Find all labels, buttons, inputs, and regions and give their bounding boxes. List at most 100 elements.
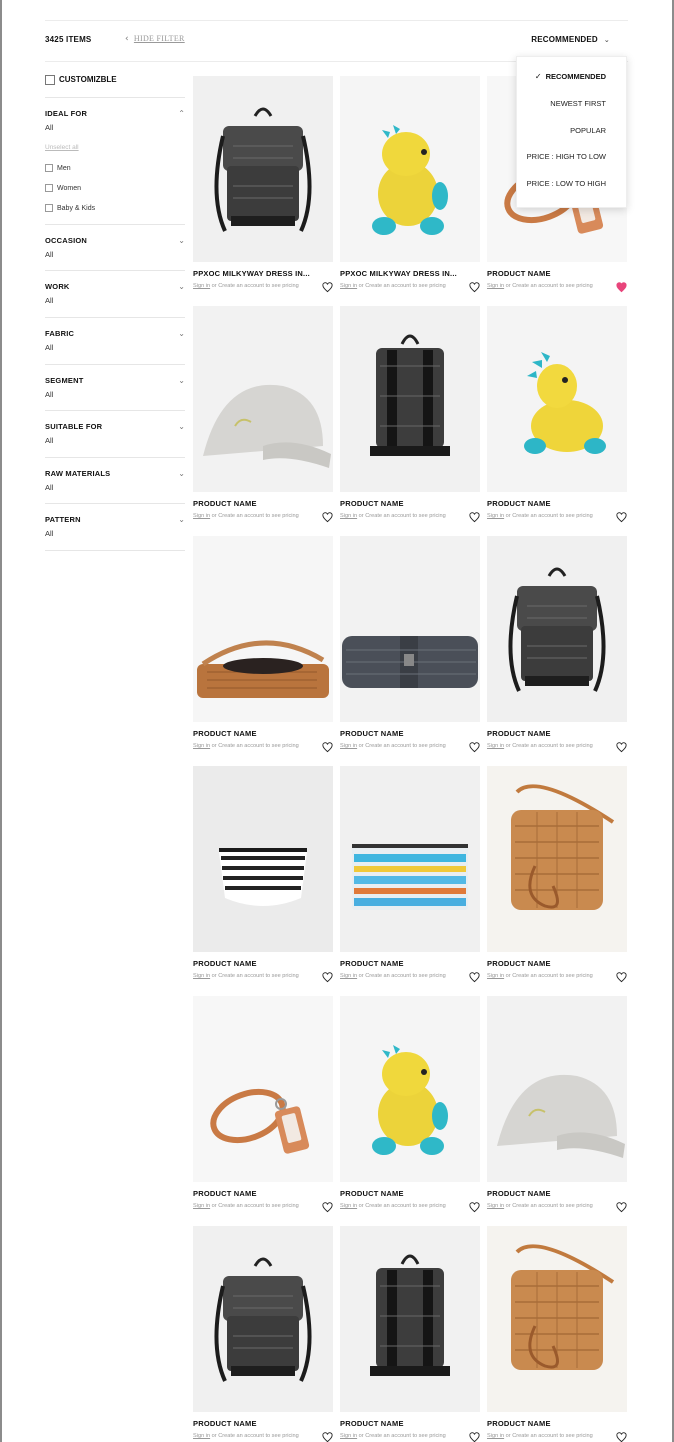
sign-in-link[interactable]: Sign in: [193, 513, 210, 519]
product-card[interactable]: PRODUCT NAME Sign in or Create an account…: [487, 306, 627, 530]
wishlist-heart-icon[interactable]: [616, 970, 627, 983]
wishlist-heart-icon[interactable]: [322, 970, 333, 983]
product-name[interactable]: PRODUCT NAME: [340, 499, 404, 508]
sign-in-link[interactable]: Sign in: [487, 1433, 504, 1439]
product-name[interactable]: PRODUCT NAME: [487, 499, 551, 508]
product-image[interactable]: [487, 536, 627, 722]
product-name[interactable]: PRODUCT NAME: [487, 729, 551, 738]
product-card[interactable]: PRODUCT NAME Sign in or Create an account…: [193, 996, 333, 1220]
wishlist-heart-icon[interactable]: [469, 280, 480, 293]
customizable-filter[interactable]: CUSTOMIZBLE: [45, 75, 117, 85]
product-card[interactable]: PRODUCT NAME Sign in or Create an account…: [193, 1226, 333, 1442]
product-card[interactable]: PRODUCT NAME Sign in or Create an account…: [487, 1226, 627, 1442]
product-card[interactable]: PRODUCT NAME Sign in or Create an account…: [193, 306, 333, 530]
customizable-checkbox[interactable]: [45, 75, 55, 85]
product-image[interactable]: [487, 766, 627, 952]
wishlist-heart-icon[interactable]: [469, 1200, 480, 1213]
chevron-down-icon[interactable]: ⌄: [178, 515, 185, 524]
wishlist-heart-icon[interactable]: [616, 1430, 627, 1442]
product-image[interactable]: [193, 76, 333, 262]
product-image[interactable]: [340, 536, 480, 722]
product-card[interactable]: PPXOC MILKYWAY DRESS IN... Sign in or Cre…: [340, 76, 480, 300]
option-checkbox[interactable]: [45, 164, 53, 172]
sort-option-recommended[interactable]: ✓ RECOMMENDED: [535, 72, 606, 81]
sort-option-price-high-low[interactable]: PRICE : HIGH TO LOW: [527, 152, 606, 161]
filter-ideal-for[interactable]: IDEAL FOR All ⌃: [45, 109, 185, 132]
product-name[interactable]: PRODUCT NAME: [193, 729, 257, 738]
sign-in-link[interactable]: Sign in: [340, 743, 357, 749]
sign-in-link[interactable]: Sign in: [487, 1203, 504, 1209]
chevron-down-icon[interactable]: ⌄: [178, 329, 185, 338]
filter-pattern[interactable]: PATTERN All ⌄: [45, 515, 185, 538]
sign-in-link[interactable]: Sign in: [193, 973, 210, 979]
product-card[interactable]: PRODUCT NAME Sign in or Create an account…: [340, 996, 480, 1220]
sign-in-link[interactable]: Sign in: [487, 743, 504, 749]
sign-in-link[interactable]: Sign in: [487, 513, 504, 519]
sign-in-link[interactable]: Sign in: [340, 283, 357, 289]
product-name[interactable]: PRODUCT NAME: [340, 959, 404, 968]
product-card[interactable]: PRODUCT NAME Sign in or Create an account…: [193, 536, 333, 760]
product-name[interactable]: PRODUCT NAME: [340, 1419, 404, 1428]
filter-raw-materials[interactable]: RAW MATERIALS All ⌄: [45, 469, 185, 492]
sort-option-price-low-high[interactable]: PRICE : LOW TO HIGH: [527, 179, 606, 188]
wishlist-heart-icon[interactable]: [616, 510, 627, 523]
product-name[interactable]: PRODUCT NAME: [340, 729, 404, 738]
filter-segment[interactable]: SEGMENT All ⌄: [45, 376, 185, 399]
product-image[interactable]: [487, 996, 627, 1182]
product-name[interactable]: PPXOC MILKYWAY DRESS IN...: [340, 269, 457, 278]
product-name[interactable]: PRODUCT NAME: [487, 269, 551, 278]
product-image[interactable]: [340, 1226, 480, 1412]
product-name[interactable]: PRODUCT NAME: [193, 1189, 257, 1198]
sort-dropdown[interactable]: RECOMMENDED ⌄: [531, 35, 610, 44]
wishlist-heart-icon[interactable]: [322, 1430, 333, 1442]
product-image[interactable]: [340, 76, 480, 262]
product-name[interactable]: PRODUCT NAME: [487, 959, 551, 968]
wishlist-heart-icon[interactable]: [322, 740, 333, 753]
product-image[interactable]: [193, 536, 333, 722]
chevron-down-icon[interactable]: ⌄: [178, 376, 185, 385]
product-card[interactable]: PRODUCT NAME Sign in or Create an account…: [340, 1226, 480, 1442]
product-image[interactable]: [193, 766, 333, 952]
chevron-down-icon[interactable]: ⌄: [178, 422, 185, 431]
chevron-down-icon[interactable]: ⌄: [178, 236, 185, 245]
product-card[interactable]: PRODUCT NAME Sign in or Create an account…: [487, 536, 627, 760]
chevron-down-icon[interactable]: ⌄: [178, 469, 185, 478]
sign-in-link[interactable]: Sign in: [193, 1433, 210, 1439]
chevron-up-icon[interactable]: ⌃: [178, 109, 185, 118]
product-image[interactable]: [193, 996, 333, 1182]
option-checkbox[interactable]: [45, 184, 53, 192]
sign-in-link[interactable]: Sign in: [340, 513, 357, 519]
product-image[interactable]: [487, 306, 627, 492]
product-name[interactable]: PRODUCT NAME: [193, 1419, 257, 1428]
sign-in-link[interactable]: Sign in: [193, 283, 210, 289]
filter-work[interactable]: WORK All ⌄: [45, 282, 185, 305]
product-image[interactable]: [340, 306, 480, 492]
wishlist-heart-icon[interactable]: [322, 280, 333, 293]
filter-option-men[interactable]: Men: [45, 164, 71, 172]
sign-in-link[interactable]: Sign in: [487, 283, 504, 289]
product-card[interactable]: PRODUCT NAME Sign in or Create an account…: [487, 766, 627, 990]
wishlist-heart-icon[interactable]: [322, 510, 333, 523]
wishlist-heart-icon[interactable]: [322, 1200, 333, 1213]
wishlist-heart-icon[interactable]: [469, 1430, 480, 1442]
product-name[interactable]: PRODUCT NAME: [487, 1189, 551, 1198]
sort-option-popular[interactable]: POPULAR: [570, 126, 606, 135]
product-card[interactable]: PRODUCT NAME Sign in or Create an account…: [340, 306, 480, 530]
chevron-down-icon[interactable]: ⌄: [178, 282, 185, 291]
unselect-all-link[interactable]: Unselect all: [45, 144, 79, 151]
sign-in-link[interactable]: Sign in: [487, 973, 504, 979]
product-image[interactable]: [487, 1226, 627, 1412]
sign-in-link[interactable]: Sign in: [340, 1203, 357, 1209]
filter-option-women[interactable]: Women: [45, 184, 81, 192]
product-card[interactable]: PRODUCT NAME Sign in or Create an account…: [487, 996, 627, 1220]
product-image[interactable]: [340, 996, 480, 1182]
sign-in-link[interactable]: Sign in: [193, 1203, 210, 1209]
product-card[interactable]: PPXOC MILKYWAY DRESS IN... Sign in or Cre…: [193, 76, 333, 300]
option-checkbox[interactable]: [45, 204, 53, 212]
product-card[interactable]: PRODUCT NAME Sign in or Create an account…: [193, 766, 333, 990]
product-name[interactable]: PPXOC MILKYWAY DRESS IN...: [193, 269, 310, 278]
sort-option-newest[interactable]: NEWEST FIRST: [550, 99, 606, 108]
filter-suitable-for[interactable]: SUITABLE FOR All ⌄: [45, 422, 185, 445]
product-image[interactable]: [193, 306, 333, 492]
wishlist-heart-icon[interactable]: [616, 740, 627, 753]
